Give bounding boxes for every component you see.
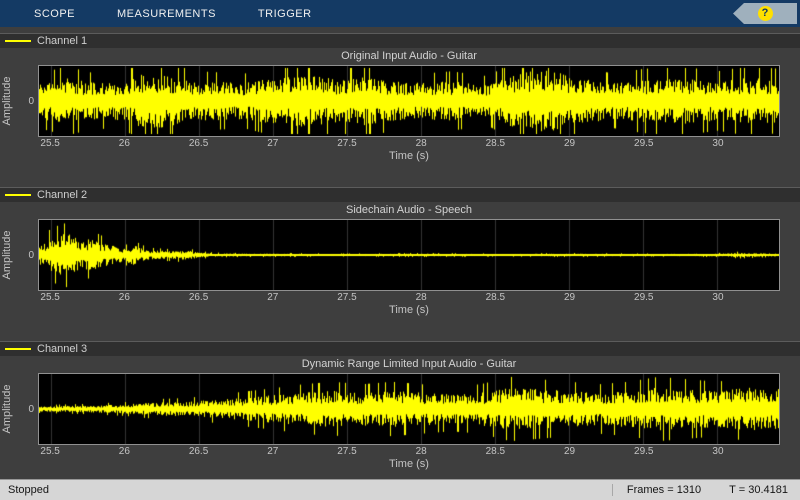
x-axis-label: Time (s) xyxy=(389,150,429,162)
channel-3-panel: Channel 3 Dynamic Range Limited Input Au… xyxy=(0,341,800,471)
x-tick-label: 25.5 xyxy=(40,138,60,149)
plot-title: Original Input Audio - Guitar xyxy=(341,50,477,62)
y-axis-label-text: Amplitude xyxy=(1,230,13,280)
x-tick-label: 27.5 xyxy=(337,292,357,303)
y-axis-label: Amplitude xyxy=(0,373,14,445)
x-tick-label: 28 xyxy=(415,292,427,303)
x-tick-label: 28.5 xyxy=(485,292,506,303)
x-tick-label: 29.5 xyxy=(634,138,654,149)
x-tick-label: 29 xyxy=(563,138,576,149)
plot-area[interactable] xyxy=(38,65,780,137)
x-tick-label: 28 xyxy=(415,138,427,149)
plot-area[interactable] xyxy=(38,373,780,445)
help-question-icon: ? xyxy=(757,6,773,21)
x-tick-label: 26.5 xyxy=(188,292,209,303)
x-tick-label: 26 xyxy=(118,446,130,457)
x-tick-label: 29 xyxy=(563,292,576,303)
legend-bar[interactable]: Channel 2 xyxy=(0,187,800,202)
legend-label: Channel 2 xyxy=(37,189,88,201)
y-tick-zero: 0 xyxy=(28,95,34,107)
y-axis-label-text: Amplitude xyxy=(1,384,13,434)
waveform-canvas xyxy=(39,374,779,444)
channel-1-panel: Channel 1 Original Input Audio - Guitar … xyxy=(0,33,800,163)
help-button[interactable]: ? xyxy=(733,3,797,24)
x-tick-label: 25.5 xyxy=(40,446,60,457)
x-axis-label: Time (s) xyxy=(389,304,429,316)
plot-right-margin xyxy=(780,373,800,445)
scope-toolstrip: SCOPE MEASUREMENTS TRIGGER ? xyxy=(0,0,800,27)
x-tick-label: 29.5 xyxy=(634,292,654,303)
x-tick-label: 30 xyxy=(712,446,724,457)
tab-measurements[interactable]: MEASUREMENTS xyxy=(117,8,216,20)
x-tick-label: 26 xyxy=(118,138,130,149)
tab-scope[interactable]: SCOPE xyxy=(34,8,75,20)
y-axis-label: Amplitude xyxy=(0,65,14,137)
status-time: T = 30.4181 xyxy=(729,484,788,496)
legend-line-sample xyxy=(5,348,31,350)
x-tick-label: 30 xyxy=(712,138,724,149)
legend-bar[interactable]: Channel 1 xyxy=(0,33,800,48)
x-axis-label: Time (s) xyxy=(389,458,429,470)
x-tick-label: 25.5 xyxy=(40,292,60,303)
y-axis-label: Amplitude xyxy=(0,219,14,291)
x-tick-label: 28 xyxy=(415,446,427,457)
x-tick-label: 27 xyxy=(267,292,279,303)
status-state: Stopped xyxy=(8,484,49,496)
plot-title: Sidechain Audio - Speech xyxy=(346,204,472,216)
tab-trigger[interactable]: TRIGGER xyxy=(258,8,312,20)
channel-2-panel: Channel 2 Sidechain Audio - Speech Ampli… xyxy=(0,187,800,317)
x-tick-label: 27.5 xyxy=(337,446,357,457)
scope-display-area: Channel 1 Original Input Audio - Guitar … xyxy=(0,27,800,479)
x-tick-label: 27 xyxy=(267,138,279,149)
status-bar: Stopped Frames = 1310 T = 30.4181 xyxy=(0,479,800,500)
plot-right-margin xyxy=(780,65,800,137)
x-tick-label: 26.5 xyxy=(188,138,209,149)
x-tick-label: 27 xyxy=(267,446,279,457)
x-axis-ticks: 25.5 26 26.5 27 27.5 28 28.5 29 29.5 30 xyxy=(38,138,780,150)
y-tick-zero: 0 xyxy=(28,403,34,415)
status-frames: Frames = 1310 xyxy=(611,484,701,496)
plot-area[interactable] xyxy=(38,219,780,291)
x-tick-label: 29 xyxy=(563,446,576,457)
x-axis-ticks: 25.5 26 26.5 27 27.5 28 28.5 29 29.5 30 xyxy=(38,292,780,304)
x-tick-label: 26.5 xyxy=(188,446,209,457)
x-tick-label: 28.5 xyxy=(485,138,506,149)
waveform-canvas xyxy=(39,66,779,136)
plot-right-margin xyxy=(780,219,800,291)
x-tick-label: 29.5 xyxy=(634,446,654,457)
x-tick-label: 27.5 xyxy=(337,138,357,149)
y-axis-label-text: Amplitude xyxy=(1,76,13,126)
legend-label: Channel 1 xyxy=(37,35,88,47)
legend-label: Channel 3 xyxy=(37,343,88,355)
x-tick-label: 28.5 xyxy=(485,446,506,457)
plot-title: Dynamic Range Limited Input Audio - Guit… xyxy=(301,358,517,370)
legend-line-sample xyxy=(5,194,31,196)
legend-line-sample xyxy=(5,40,31,42)
x-axis-ticks: 25.5 26 26.5 27 27.5 28 28.5 29 29.5 30 xyxy=(38,446,780,458)
x-tick-label: 26 xyxy=(118,292,130,303)
waveform-canvas xyxy=(39,220,779,290)
y-tick-zero: 0 xyxy=(28,249,34,261)
legend-bar[interactable]: Channel 3 xyxy=(0,341,800,356)
x-tick-label: 30 xyxy=(712,292,724,303)
